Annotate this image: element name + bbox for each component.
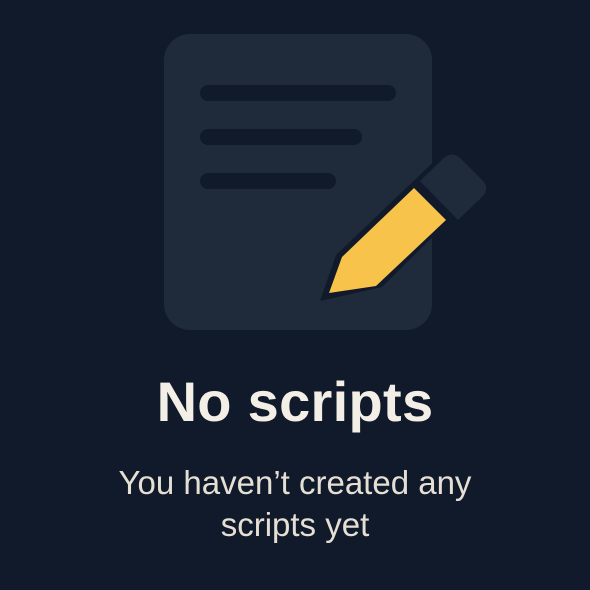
empty-state-title: No scripts xyxy=(156,370,434,433)
empty-scripts-screen: No scripts You haven’t created any scrip… xyxy=(0,0,590,590)
document-icon xyxy=(164,34,432,330)
empty-state-message: You haven’t created any scripts yet xyxy=(118,464,472,543)
document-with-pencil-icon xyxy=(164,34,487,330)
